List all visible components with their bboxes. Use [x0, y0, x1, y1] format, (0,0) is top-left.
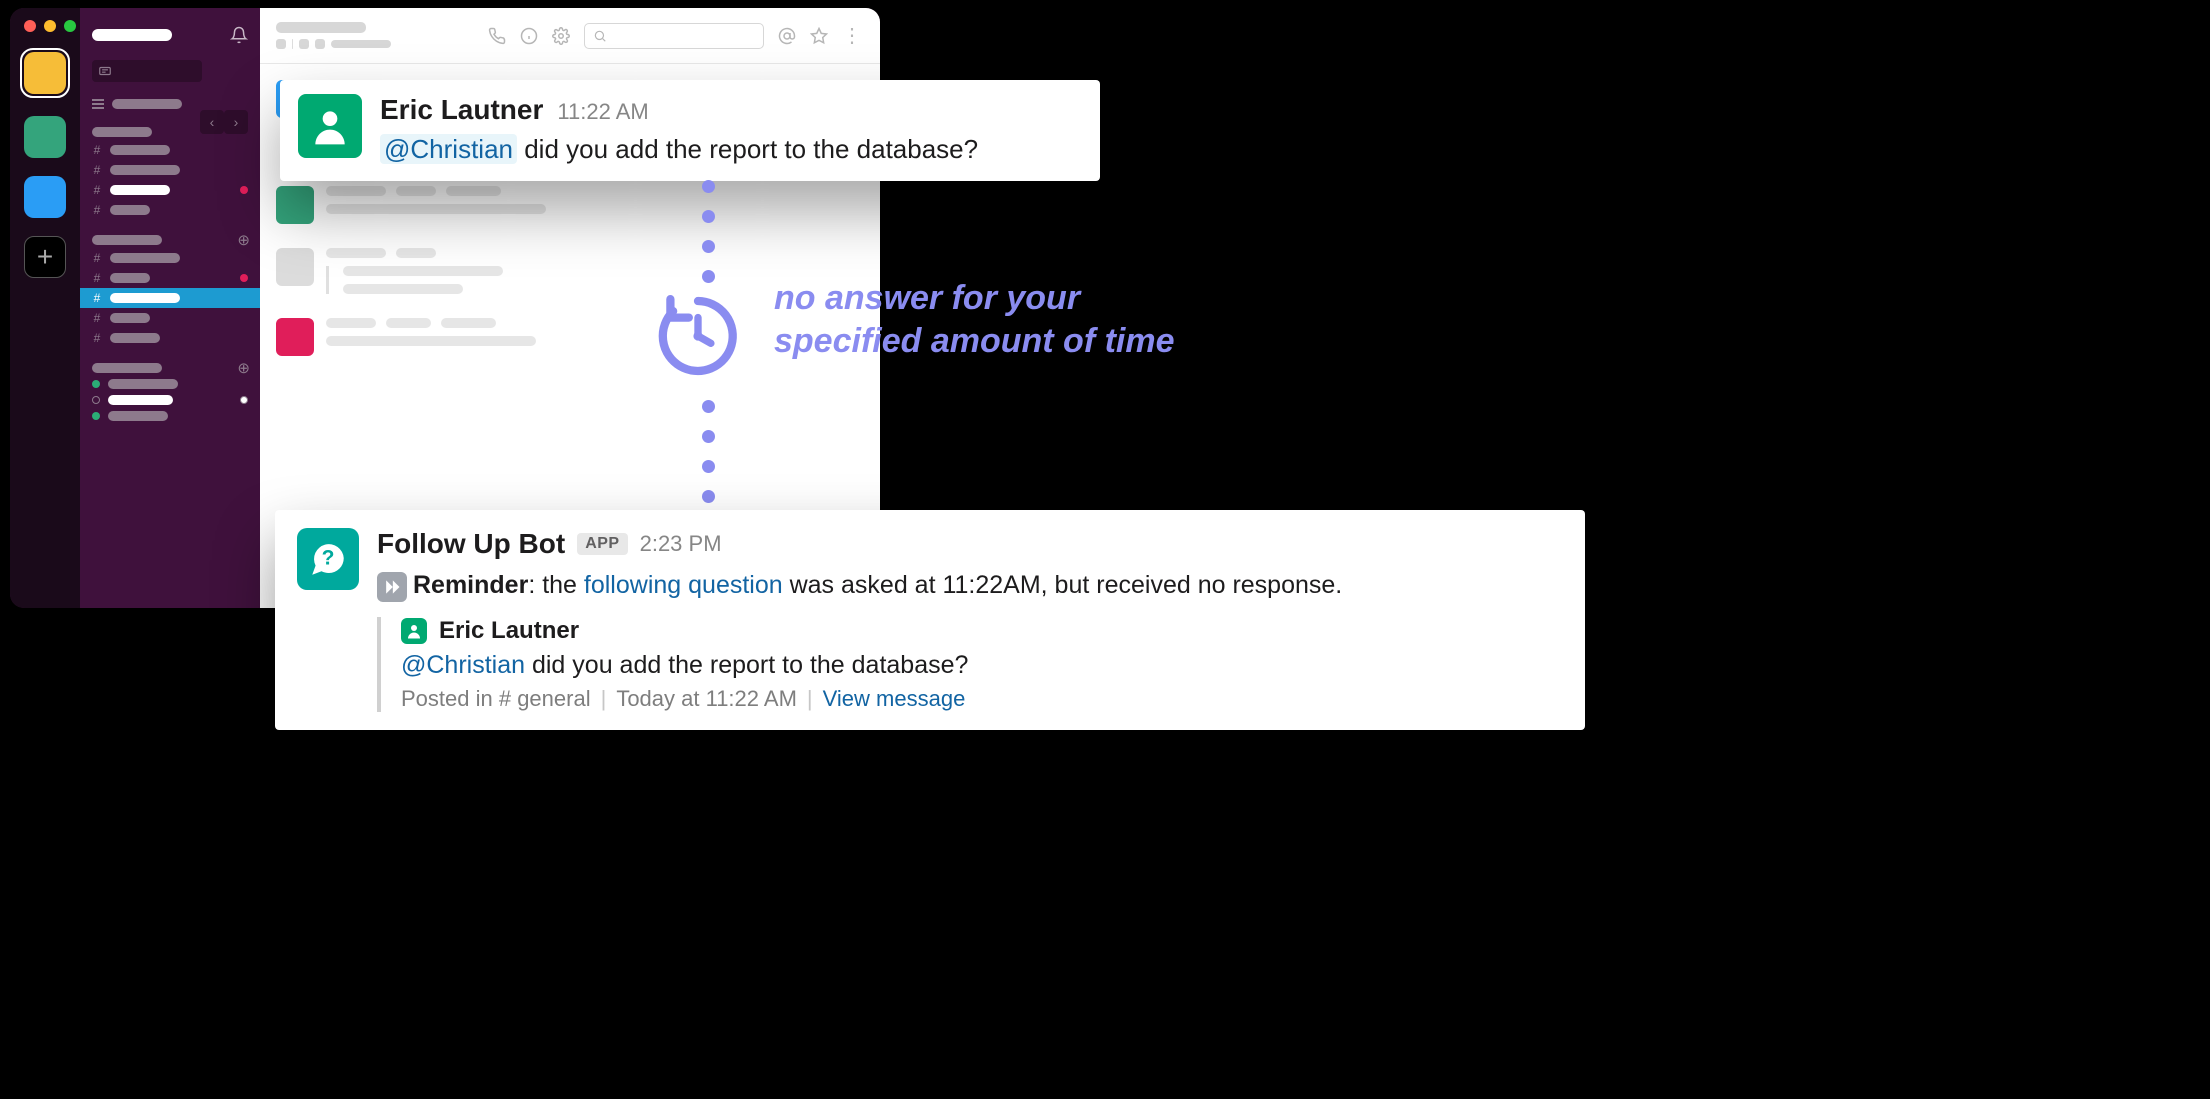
- channel-item[interactable]: #: [80, 268, 260, 288]
- quoted-message: Eric Lautner @Christian did you add the …: [377, 617, 1563, 712]
- members-icon[interactable]: [299, 39, 309, 49]
- presence-icon: [92, 412, 100, 420]
- presence-icon: [92, 380, 100, 388]
- avatar: [276, 248, 314, 286]
- search-input[interactable]: [584, 23, 764, 49]
- quote-text: @Christian did you add the report to the…: [401, 651, 1563, 680]
- view-message-link[interactable]: View message: [823, 686, 966, 712]
- window-controls: [24, 20, 76, 32]
- bot-message-text: Reminder: the following question was ask…: [377, 568, 1563, 603]
- mention-link[interactable]: @Christian: [401, 651, 525, 679]
- channel-item[interactable]: #: [80, 248, 260, 268]
- info-icon[interactable]: [520, 27, 538, 45]
- message-skeleton: [276, 318, 864, 356]
- quote-meta: Posted in # general | Today at 11:22 AM …: [401, 686, 1563, 712]
- message-timestamp[interactable]: 11:22 AM: [557, 99, 648, 125]
- more-icon[interactable]: ⋮: [842, 23, 864, 48]
- channel-link[interactable]: # general: [499, 686, 591, 711]
- pin-icon[interactable]: [315, 39, 325, 49]
- dm-item[interactable]: [80, 408, 260, 424]
- channel-item[interactable]: #: [80, 308, 260, 328]
- message-skeleton: [276, 186, 864, 224]
- message-skeleton: [276, 248, 864, 294]
- channel-item-selected[interactable]: #: [80, 288, 260, 308]
- channel-header: ⋮: [260, 8, 880, 64]
- unread-badge: [240, 186, 248, 194]
- channel-item[interactable]: #: [80, 200, 260, 220]
- sidebar-section-header[interactable]: ⊕: [80, 360, 260, 376]
- jump-to-input[interactable]: [92, 60, 202, 82]
- workspace-rail: +: [10, 8, 80, 608]
- channel-item[interactable]: #: [80, 160, 260, 180]
- presence-icon: [92, 396, 100, 404]
- channel-topic[interactable]: [331, 40, 391, 48]
- team-name[interactable]: [92, 29, 172, 41]
- channel-item[interactable]: #: [80, 328, 260, 348]
- unread-badge: [240, 274, 248, 282]
- avatar: [276, 318, 314, 356]
- minimize-window-icon[interactable]: [44, 20, 56, 32]
- maximize-window-icon[interactable]: [64, 20, 76, 32]
- phone-icon[interactable]: [488, 27, 506, 45]
- mention-link[interactable]: @Christian: [380, 134, 517, 164]
- star-icon[interactable]: [276, 39, 286, 49]
- workspace-item[interactable]: [24, 116, 66, 158]
- message-author[interactable]: Eric Lautner: [380, 94, 543, 126]
- bot-reminder-card: ? Follow Up Bot APP 2:23 PM Reminder: th…: [275, 510, 1585, 730]
- avatar: [276, 186, 314, 224]
- gear-icon[interactable]: [552, 27, 570, 45]
- close-window-icon[interactable]: [24, 20, 36, 32]
- sidebar-section-header[interactable]: [80, 124, 260, 140]
- message-text: @Christian did you add the report to the…: [380, 132, 1082, 167]
- bot-avatar: ?: [297, 528, 359, 590]
- app-badge: APP: [577, 533, 627, 555]
- dm-item[interactable]: [80, 376, 260, 392]
- avatar: [401, 618, 427, 644]
- question-link[interactable]: following question: [584, 571, 783, 599]
- avatar: [298, 94, 362, 158]
- mention-icon[interactable]: [778, 27, 796, 45]
- bell-icon[interactable]: [230, 26, 248, 44]
- bot-name[interactable]: Follow Up Bot: [377, 528, 565, 560]
- svg-text:?: ?: [322, 546, 335, 569]
- add-workspace-button[interactable]: +: [24, 236, 66, 278]
- dm-item[interactable]: [80, 392, 260, 408]
- message-timestamp[interactable]: 2:23 PM: [640, 531, 722, 557]
- quote-timestamp: Today at 11:22 AM: [616, 686, 797, 712]
- fast-forward-icon: [377, 572, 407, 602]
- add-dm-button[interactable]: ⊕: [237, 359, 250, 377]
- workspace-item[interactable]: [24, 176, 66, 218]
- original-message-card: Eric Lautner 11:22 AM @Christian did you…: [280, 80, 1100, 181]
- quote-author[interactable]: Eric Lautner: [439, 617, 579, 645]
- channel-item[interactable]: #: [80, 180, 260, 200]
- sidebar-item[interactable]: [80, 96, 260, 112]
- sep: [292, 39, 293, 49]
- channel-title[interactable]: [276, 22, 366, 33]
- unread-badge: [240, 396, 248, 404]
- star-icon[interactable]: [810, 27, 828, 45]
- channel-item[interactable]: #: [80, 140, 260, 160]
- sidebar-section-header[interactable]: ⊕: [80, 232, 260, 248]
- add-channel-button[interactable]: ⊕: [237, 231, 250, 249]
- channel-sidebar: ‹ › # # # # ⊕ # # # # # ⊕: [80, 8, 260, 608]
- workspace-selected[interactable]: [20, 48, 70, 98]
